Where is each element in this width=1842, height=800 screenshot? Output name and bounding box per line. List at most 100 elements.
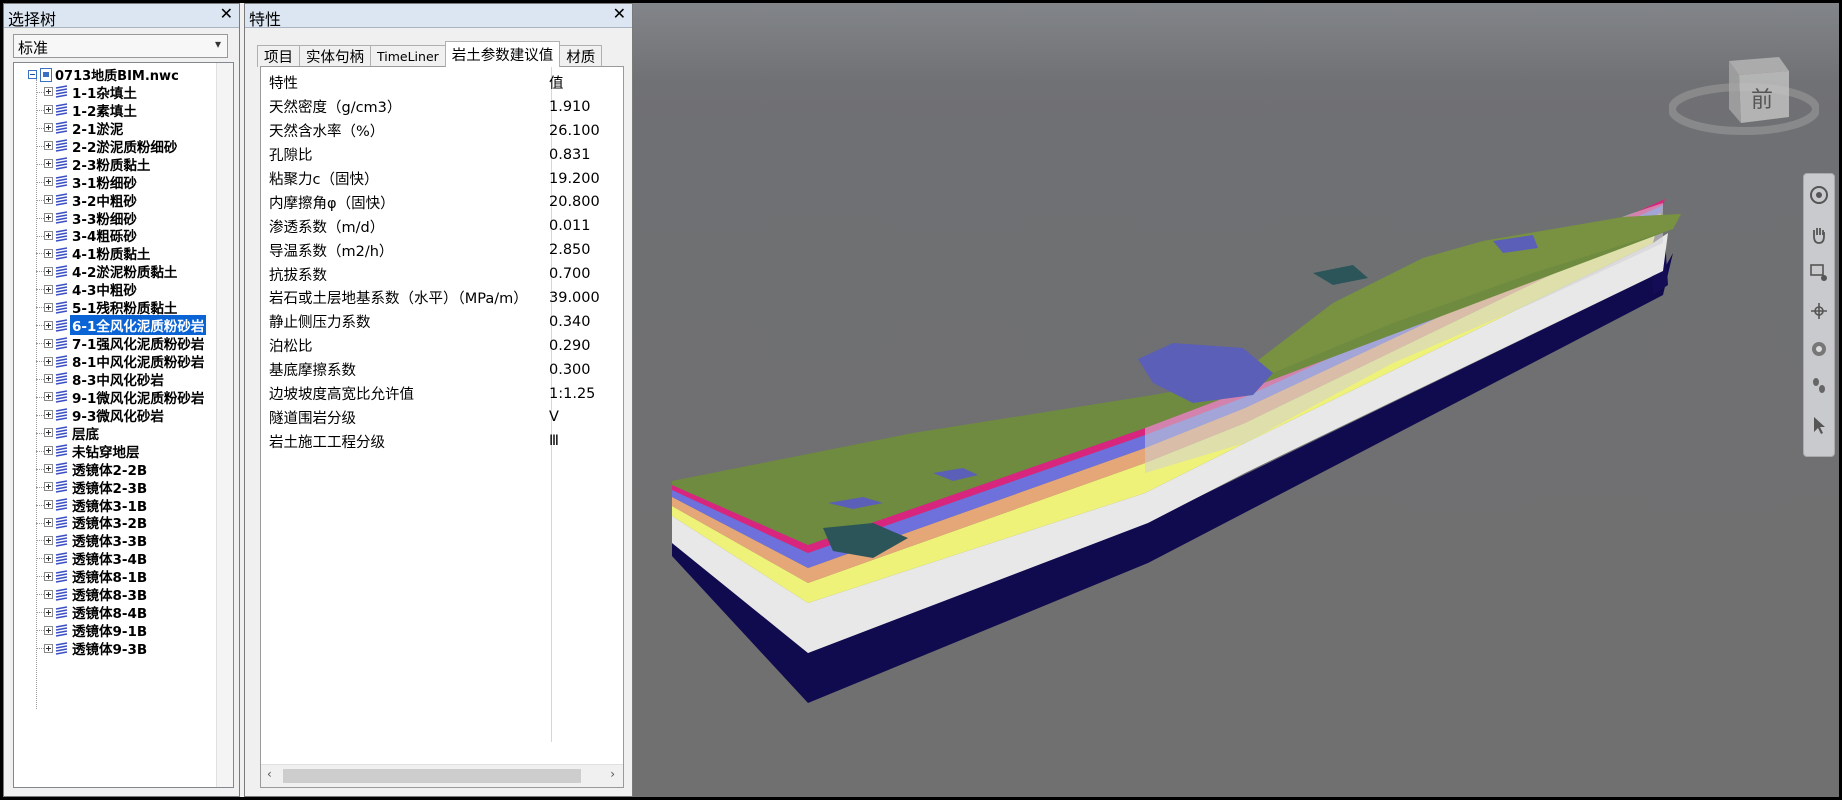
property-row[interactable]: 导温系数（m2/h） 2.850 bbox=[261, 238, 623, 262]
expand-icon[interactable] bbox=[44, 338, 53, 348]
expand-icon[interactable] bbox=[44, 410, 53, 420]
property-row[interactable]: 粘聚力c（固快） 19.200 bbox=[261, 167, 623, 191]
property-row[interactable]: 抗拔系数 0.700 bbox=[261, 262, 623, 286]
properties-close-button[interactable]: ✕ bbox=[613, 4, 626, 23]
tree-item[interactable]: 层底 bbox=[14, 424, 219, 443]
expand-icon[interactable] bbox=[44, 248, 53, 258]
expand-icon[interactable] bbox=[44, 553, 53, 563]
tab-4[interactable]: 材质 bbox=[559, 45, 603, 67]
look-icon[interactable] bbox=[1808, 338, 1830, 360]
tree-item[interactable]: 3-2中粗砂 bbox=[14, 191, 219, 210]
tree-item[interactable]: 2-1淤泥 bbox=[14, 119, 219, 138]
chevron-down-icon[interactable]: ▾ bbox=[215, 37, 221, 51]
property-row[interactable]: 静止侧压力系数 0.340 bbox=[261, 310, 623, 334]
tree-item[interactable]: 3-3粉细砂 bbox=[14, 209, 219, 228]
expand-icon[interactable] bbox=[44, 159, 53, 169]
tree-item[interactable]: 9-3微风化砂岩 bbox=[14, 406, 219, 425]
property-row[interactable]: 基底摩擦系数 0.300 bbox=[261, 358, 623, 382]
tree-item[interactable]: 5-1残积粉质黏土 bbox=[14, 298, 219, 317]
tree-root-node[interactable]: 0713地质BIM.nwc bbox=[18, 66, 179, 84]
tree-item[interactable]: 透镜体8-4B bbox=[14, 603, 219, 622]
expand-icon[interactable] bbox=[44, 230, 53, 240]
property-row[interactable]: 隧道围岩分级 V bbox=[261, 405, 623, 429]
collapse-icon[interactable] bbox=[28, 70, 37, 79]
property-row[interactable]: 天然含水率（%） 26.100 bbox=[261, 119, 623, 143]
tree-item[interactable]: 8-3中风化砂岩 bbox=[14, 370, 219, 389]
tree-item[interactable]: 9-1微风化泥质粉砂岩 bbox=[14, 388, 219, 407]
select-cursor-icon[interactable] bbox=[1808, 414, 1830, 436]
expand-icon[interactable] bbox=[44, 500, 53, 510]
tree-item[interactable]: 4-2淤泥粉质黏土 bbox=[14, 262, 219, 281]
tab-1[interactable]: 实体句柄 bbox=[299, 45, 371, 67]
expand-icon[interactable] bbox=[44, 266, 53, 276]
expand-icon[interactable] bbox=[44, 446, 53, 456]
expand-icon[interactable] bbox=[44, 464, 53, 474]
tab-2[interactable]: TimeLiner bbox=[370, 45, 446, 67]
expand-icon[interactable] bbox=[44, 123, 53, 133]
tree-item[interactable]: 4-3中粗砂 bbox=[14, 280, 219, 299]
tree-mode-dropdown[interactable]: 标准 ▾ bbox=[13, 34, 228, 58]
properties-horizontal-scrollbar[interactable]: ‹ › bbox=[261, 764, 623, 787]
property-row[interactable]: 天然密度（g/cm3） 1.910 bbox=[261, 95, 623, 119]
property-row[interactable]: 岩土施工工程分级 Ⅲ bbox=[261, 429, 623, 453]
tree-item[interactable]: 透镜体8-1B bbox=[14, 567, 219, 586]
expand-icon[interactable] bbox=[44, 213, 53, 223]
expand-icon[interactable] bbox=[44, 607, 53, 617]
expand-icon[interactable] bbox=[44, 356, 53, 366]
property-row[interactable]: 孔隙比 0.831 bbox=[261, 143, 623, 167]
expand-icon[interactable] bbox=[44, 87, 53, 97]
property-row[interactable]: 边坡坡度高宽比允许值 1:1.25 bbox=[261, 382, 623, 406]
expand-icon[interactable] bbox=[44, 320, 53, 330]
expand-icon[interactable] bbox=[44, 535, 53, 545]
tree-item[interactable]: 透镜体3-3B bbox=[14, 531, 219, 550]
expand-icon[interactable] bbox=[44, 177, 53, 187]
expand-icon[interactable] bbox=[44, 284, 53, 294]
tree-item[interactable]: 3-4粗砾砂 bbox=[14, 227, 219, 245]
tab-0[interactable]: 项目 bbox=[257, 45, 300, 67]
tree-item[interactable]: 透镜体3-4B bbox=[14, 549, 219, 568]
expand-icon[interactable] bbox=[44, 141, 53, 151]
tree-item[interactable]: 透镜体9-3B bbox=[14, 639, 219, 658]
scroll-left-icon[interactable]: ‹ bbox=[267, 767, 272, 781]
tree-item[interactable]: 7-1强风化泥质粉砂岩 bbox=[14, 334, 219, 353]
expand-icon[interactable] bbox=[44, 517, 53, 527]
pan-hand-icon[interactable] bbox=[1808, 224, 1830, 246]
view-cube[interactable]: 前 bbox=[1668, 47, 1820, 147]
expand-icon[interactable] bbox=[44, 392, 53, 402]
tree-item[interactable]: 1-2素填土 bbox=[14, 101, 219, 120]
zoom-window-icon[interactable] bbox=[1808, 262, 1830, 284]
expand-icon[interactable] bbox=[44, 195, 53, 205]
expand-icon[interactable] bbox=[44, 374, 53, 384]
expand-icon[interactable] bbox=[44, 571, 53, 581]
tree-item[interactable]: 1-1杂填土 bbox=[14, 83, 219, 102]
property-row[interactable]: 内摩擦角φ（固快） 20.800 bbox=[261, 190, 623, 214]
tab-3[interactable]: 岩土参数建议值 bbox=[444, 41, 561, 67]
orbit-icon[interactable] bbox=[1808, 300, 1830, 322]
walk-icon[interactable] bbox=[1808, 374, 1830, 396]
tree-item[interactable]: 6-1全风化泥质粉砂岩 bbox=[14, 315, 219, 336]
tree-item[interactable]: 3-1粉细砂 bbox=[14, 173, 219, 192]
tree-item[interactable]: 2-2淤泥质粉细砂 bbox=[14, 137, 219, 156]
steering-wheel-icon[interactable] bbox=[1808, 184, 1830, 206]
property-row[interactable]: 泊松比 0.290 bbox=[261, 334, 623, 358]
tree-item[interactable]: 透镜体2-2B bbox=[14, 460, 219, 479]
selection-tree-close-button[interactable]: ✕ bbox=[220, 4, 233, 23]
scroll-right-icon[interactable]: › bbox=[610, 767, 615, 781]
scroll-thumb[interactable] bbox=[283, 769, 581, 783]
expand-icon[interactable] bbox=[44, 625, 53, 635]
tree-item[interactable]: 4-1粉质黏土 bbox=[14, 244, 219, 263]
expand-icon[interactable] bbox=[44, 428, 53, 438]
property-row[interactable]: 岩石或土层地基系数（水平）（MPa/m） 39.000 bbox=[261, 286, 623, 310]
tree-item[interactable]: 透镜体9-1B bbox=[14, 621, 219, 640]
tree-item[interactable]: 2-3粉质黏土 bbox=[14, 155, 219, 174]
tree-item[interactable]: 透镜体2-3B bbox=[14, 478, 219, 497]
expand-icon[interactable] bbox=[44, 105, 53, 115]
property-row[interactable]: 渗透系数（m/d） 0.011 bbox=[261, 214, 623, 238]
3d-viewport[interactable]: 前 bbox=[633, 3, 1839, 797]
expand-icon[interactable] bbox=[44, 302, 53, 312]
tree-item[interactable]: 8-1中风化泥质粉砂岩 bbox=[14, 352, 219, 371]
tree-item[interactable]: 透镜体3-2B bbox=[14, 514, 219, 532]
expand-icon[interactable] bbox=[44, 482, 53, 492]
tree-item[interactable]: 未钻穿地层 bbox=[14, 442, 219, 461]
tree-scrollbar[interactable] bbox=[216, 63, 233, 787]
